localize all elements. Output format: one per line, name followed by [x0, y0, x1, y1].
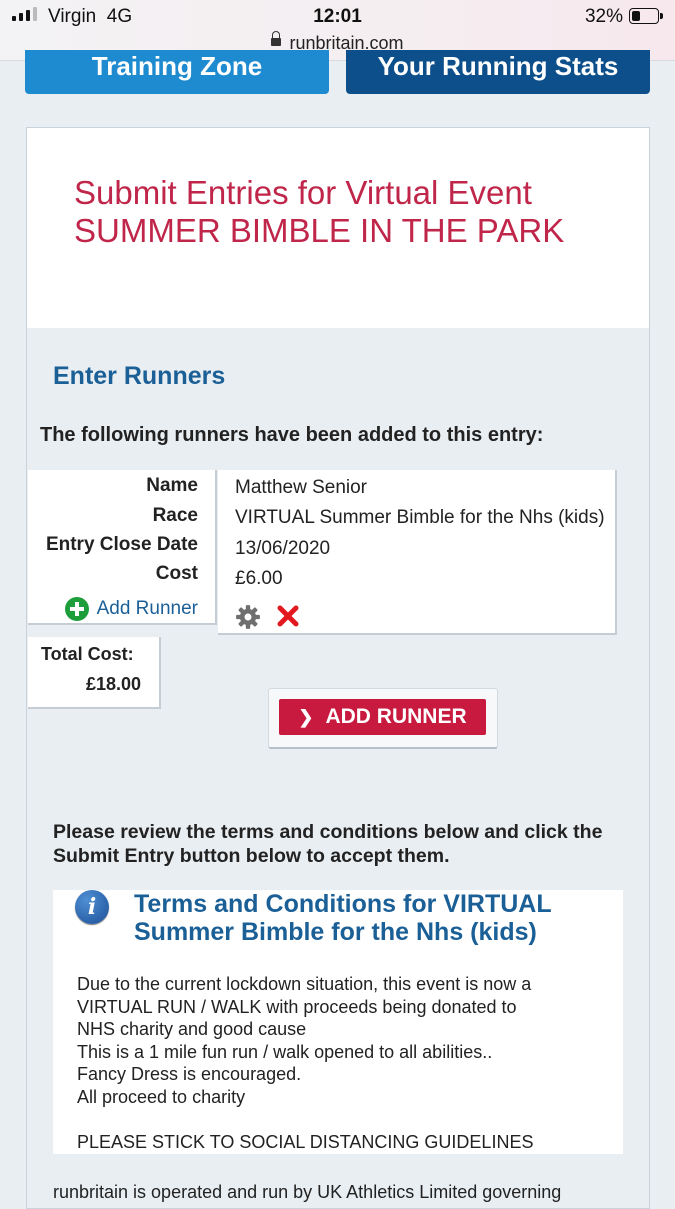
page-title-line2: SUMMER BIMBLE IN THE PARK [74, 212, 565, 249]
terms-line: Fancy Dress is encouraged. [77, 1064, 302, 1084]
page-title-line1: Submit Entries for Virtual Event [74, 174, 532, 211]
race-label: Race [152, 505, 198, 526]
add-runner-link-label: Add Runner [96, 598, 198, 619]
add-runner-button-wrapper: ❯ ADD RUNNER [268, 688, 498, 749]
info-icon: i [75, 890, 109, 924]
total-cost-value: £18.00 [85, 674, 141, 694]
terms-line: NHS charity and good cause [77, 1019, 307, 1039]
runner-details: Matthew Senior VIRTUAL Summer Bimble for… [218, 470, 617, 635]
running-stats-button[interactable]: Your Running Stats [346, 50, 650, 94]
plus-circle-icon [64, 597, 89, 621]
terms-line: PLEASE STICK TO SOCIAL DISTANCING GUIDEL… [77, 1131, 534, 1152]
terms-line: VIRTUAL RUN / WALK with proceeds being d… [77, 996, 517, 1017]
terms-line: This is a 1 mile fun run / walk opened t… [77, 1041, 493, 1062]
review-instructions: Please review the terms and conditions b… [53, 821, 603, 867]
running-stats-label: Your Running Stats [377, 51, 619, 81]
lock-icon [271, 31, 282, 47]
clock: 12:01 [313, 6, 362, 27]
runner-race: VIRTUAL Summer Bimble for the Nhs (kids) [235, 507, 605, 528]
runners-added-text: The following runners have been added to… [40, 424, 544, 446]
close-date-label: Entry Close Date [45, 534, 198, 555]
add-runner-button-label: ADD RUNNER [325, 705, 467, 728]
runner-close-date: 13/06/2020 [235, 538, 331, 559]
training-zone-label: Training Zone [91, 51, 263, 81]
runner-cost: £6.00 [235, 568, 283, 589]
runner-labels: Name Race Entry Close Date Cost Add Runn… [28, 470, 217, 625]
terms-line: Due to the current lockdown situation, t… [77, 974, 532, 994]
cost-label: Cost [155, 563, 198, 584]
total-cost-box: Total Cost: £18.00 [28, 637, 161, 709]
battery-icon [629, 8, 663, 24]
chevron-right-icon: ❯ [298, 706, 314, 727]
battery-percent: 32% [584, 6, 623, 27]
terms-body: Due to the current lockdown situation, t… [77, 973, 533, 1153]
runner-name: Matthew Senior [235, 477, 368, 498]
terms-title-line2: Summer Bimble for the Nhs (kids) [134, 918, 537, 946]
name-label: Name [146, 475, 198, 496]
gear-icon[interactable] [235, 604, 261, 630]
add-runner-button[interactable]: ❯ ADD RUNNER [279, 699, 486, 735]
page-title: Submit Entries for Virtual Event SUMMER … [74, 174, 564, 250]
training-zone-button[interactable]: Training Zone [25, 50, 329, 94]
delete-icon[interactable] [276, 604, 300, 628]
terms-line: All proceed to charity [77, 1086, 246, 1107]
terms-title-line1: Terms and Conditions for VIRTUAL [134, 890, 552, 918]
terms-title: Terms and Conditions for VIRTUAL Summer … [134, 890, 552, 946]
total-cost-label: Total Cost: [41, 644, 134, 664]
terms-line [77, 1108, 533, 1131]
add-runner-link[interactable]: Add Runner [64, 597, 198, 621]
battery-level [632, 11, 640, 21]
enter-runners-heading: Enter Runners [53, 362, 226, 390]
title-box: Submit Entries for Virtual Event SUMMER … [27, 128, 649, 328]
terms-box: i Terms and Conditions for VIRTUAL Summe… [53, 890, 623, 1154]
